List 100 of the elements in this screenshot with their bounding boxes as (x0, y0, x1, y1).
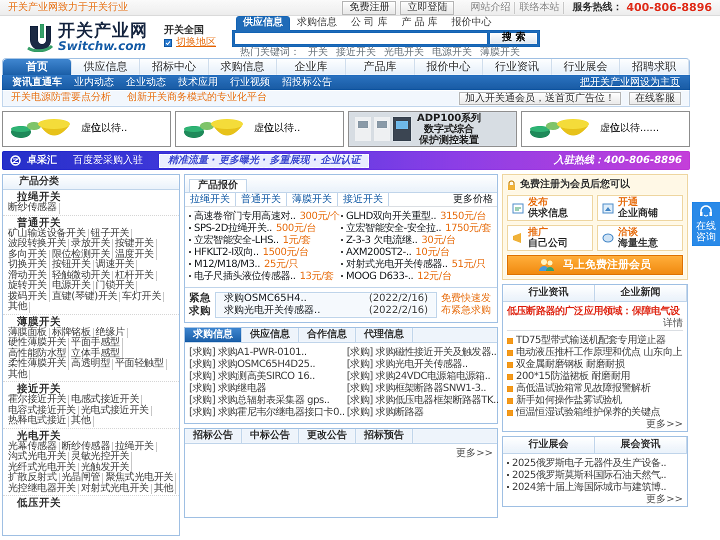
price-item-link[interactable]: 立宏智能安全-安全拉.. (346, 223, 442, 234)
search-tab[interactable]: 报价中心 (444, 16, 499, 30)
category-link[interactable]: 平面轻触型 (113, 359, 167, 370)
category-heading[interactable]: 拉绳开关 (3, 191, 179, 203)
trade-item-link[interactable]: [求购] 求购断路器 (346, 407, 424, 418)
keyword-link[interactable]: 开关 (308, 46, 328, 58)
expo-link[interactable]: 2024第十届上海国际城市与建筑博.. (512, 482, 666, 493)
panel-tab[interactable]: 企业新闻 (595, 285, 687, 301)
more-link[interactable]: 更多>> (646, 494, 683, 506)
panel-tab[interactable]: 合作信息 (299, 328, 356, 342)
trade-item-link[interactable]: [求购] 求购A1-PWR-0101.. (189, 347, 307, 358)
notice-button[interactable]: 加入开关通会员，送首页广告位！ (459, 92, 621, 104)
trade-item-link[interactable]: [求购] 求购测高美SIRCO 16.. (189, 371, 315, 382)
feature-tile[interactable]: 推广 自己公司 (507, 225, 593, 251)
category-link[interactable]: 车灯开关 (120, 292, 164, 302)
category-link[interactable]: 光电式接近开关 (78, 406, 152, 416)
price-item-link[interactable]: GLHD双向开关重型.. (346, 211, 436, 222)
category-link[interactable]: 限位检测开关 (50, 250, 114, 260)
price-tab[interactable]: 拉绳开关 (185, 193, 236, 206)
panel-tab[interactable]: 求购信息 (185, 328, 242, 342)
category-link[interactable]: 断纱传感器 (6, 203, 60, 214)
keyword-link[interactable]: 电源开关 (432, 46, 472, 58)
panel-tab[interactable]: 供应信息 (242, 328, 299, 342)
panel-tab[interactable]: 行业展会 (503, 437, 595, 453)
category-link[interactable]: 光控继电器开关 (6, 484, 79, 494)
category-link[interactable]: 录放开关 (69, 239, 114, 250)
feature-tile[interactable]: 开通 企业商铺 (597, 195, 683, 221)
notice-button[interactable]: 在线客服 (629, 92, 681, 104)
category-link[interactable]: 高透明型 (69, 359, 114, 370)
category-link[interactable]: 多向开关 (6, 250, 50, 260)
price-item-link[interactable]: MOOG D633-.. (346, 271, 414, 282)
trade-item-link[interactable]: [求购] 求购磁性接近开关及触发器.. (346, 347, 496, 358)
category-link[interactable]: 杠杆开关 (113, 270, 157, 281)
keyword-link[interactable]: 接近开关 (336, 46, 376, 58)
price-item-link[interactable]: HFKLT2-I双向.. (194, 247, 259, 258)
category-link[interactable]: 聚焦式光电开关 (103, 473, 176, 484)
trade-item-link[interactable]: [求购] 求购霍尼韦尔继电器接口卡0.. (189, 407, 345, 418)
trade-item-link[interactable]: [求购] 求购总辐射表采集器 gps.. (189, 395, 330, 406)
category-link[interactable]: 直键(琴键)开关 (50, 292, 120, 302)
headline-link[interactable]: 低压断路器的广泛应用领域：保障电气设 (507, 306, 683, 318)
category-link[interactable]: 沟式光电开关 (6, 452, 70, 462)
category-link[interactable]: 轻触微动开关 (50, 270, 114, 281)
category-link[interactable]: 其他 (69, 416, 94, 426)
price-item-link[interactable]: SPS-2D拉绳开关.. (194, 223, 272, 234)
subnav-link[interactable]: 招投标公告 (276, 76, 338, 88)
category-link[interactable]: 钮子开关 (88, 228, 132, 239)
price-item-link[interactable]: AXM200ST2-.. (346, 247, 412, 258)
urgent-item-link[interactable]: 求购光电开关传感器.. (224, 305, 320, 317)
category-heading[interactable]: 低压开关 (3, 497, 179, 509)
category-link[interactable]: 平面手感型 (69, 338, 123, 348)
search-tab[interactable]: 求购信息 (290, 16, 344, 30)
more-link[interactable]: 更多>> (456, 448, 493, 460)
price-item-link[interactable]: Z-3-3 欠电流继.. (346, 235, 418, 246)
category-link[interactable]: 断纱传感器 (60, 442, 114, 452)
price-tab[interactable]: 薄膜开关 (287, 193, 338, 206)
panel-tab[interactable]: 中标公告 (242, 429, 299, 443)
category-link[interactable]: 门锁开关 (94, 281, 138, 292)
category-link[interactable]: 其他 (6, 302, 30, 312)
trade-item-link[interactable]: [求购] 求购低压电器框架断路器TK.. (346, 395, 499, 406)
price-item-link[interactable]: M12/M18/M3.. (194, 259, 260, 270)
subnav-link[interactable]: 业内动态 (68, 76, 120, 88)
price-item-link[interactable]: 电子尺插头液位传感器.. (194, 271, 296, 282)
category-link[interactable]: 矿山输送设备开关 (6, 228, 89, 239)
price-item-link[interactable]: 高速卷帘门专用高速对.. (194, 211, 296, 222)
price-tab[interactable]: 接近开关 (338, 193, 389, 206)
trade-item-link[interactable]: [求购] 求购OSMC65H4D25.. (189, 359, 316, 370)
category-link[interactable]: 柔性薄膜开关 (6, 359, 70, 370)
news-link[interactable]: 200*15防溢裙板 耐磨耐用 (516, 371, 630, 383)
more-prices-link[interactable]: 更多价格 (453, 194, 493, 206)
category-link[interactable]: 其他 (6, 370, 30, 380)
panel-tab[interactable]: 招标公告 (185, 429, 242, 443)
set-homepage-link[interactable]: 把开关产业网设为主页 (574, 76, 686, 88)
category-heading[interactable]: 接近开关 (3, 383, 179, 395)
trade-item-link[interactable]: [求购] 求购24VDC电源箱电源箱.. (346, 371, 490, 382)
consult-widget[interactable]: 在线咨询 (692, 202, 720, 246)
feature-tile[interactable]: 洽谈 海量生意 (597, 225, 683, 251)
news-link[interactable]: 电动液压推杆工作原理和优点 山东向上 (516, 347, 682, 359)
category-link[interactable]: 光纤式光电开关 (6, 462, 79, 473)
price-item-link[interactable]: 立宏智能安全-LHS.. (194, 235, 279, 246)
category-link[interactable]: 电感式接近开关 (69, 395, 142, 406)
nav-item[interactable]: 首页 (3, 59, 72, 75)
category-link[interactable]: 温度开关 (113, 250, 157, 260)
trade-item-link[interactable]: [求购] 求购继电器 (189, 383, 266, 394)
ad-banner[interactable]: ADP100系列 数字式综合 保护测控装置 (348, 111, 517, 147)
keyword-link[interactable]: 光电开关 (384, 46, 424, 58)
more-link[interactable]: 更多>> (646, 419, 683, 431)
category-link[interactable]: 光幕传感器 (6, 442, 60, 452)
search-tab[interactable]: 公 司 库 (344, 16, 394, 30)
panel-tab[interactable]: 更改公告 (299, 429, 356, 443)
search-tab[interactable]: 供应信息 (236, 16, 290, 30)
category-link[interactable]: 硬性薄膜开关 (6, 338, 70, 348)
category-link[interactable]: 旋转开关 (6, 281, 50, 292)
category-link[interactable]: 按钮开关 (50, 260, 94, 270)
category-link[interactable]: 其他 (152, 484, 176, 494)
price-tab[interactable]: 普通开关 (236, 193, 287, 206)
category-link[interactable]: 按键开关 (113, 239, 157, 250)
news-link[interactable]: 新手如何操作盐雾试验机 (516, 395, 622, 407)
category-link[interactable]: 霍尔接近开关 (6, 395, 70, 406)
category-link[interactable]: 波段转换开关 (6, 239, 70, 250)
news-link[interactable]: 双金属耐磨钢板 耐磨耐损 (516, 359, 624, 371)
